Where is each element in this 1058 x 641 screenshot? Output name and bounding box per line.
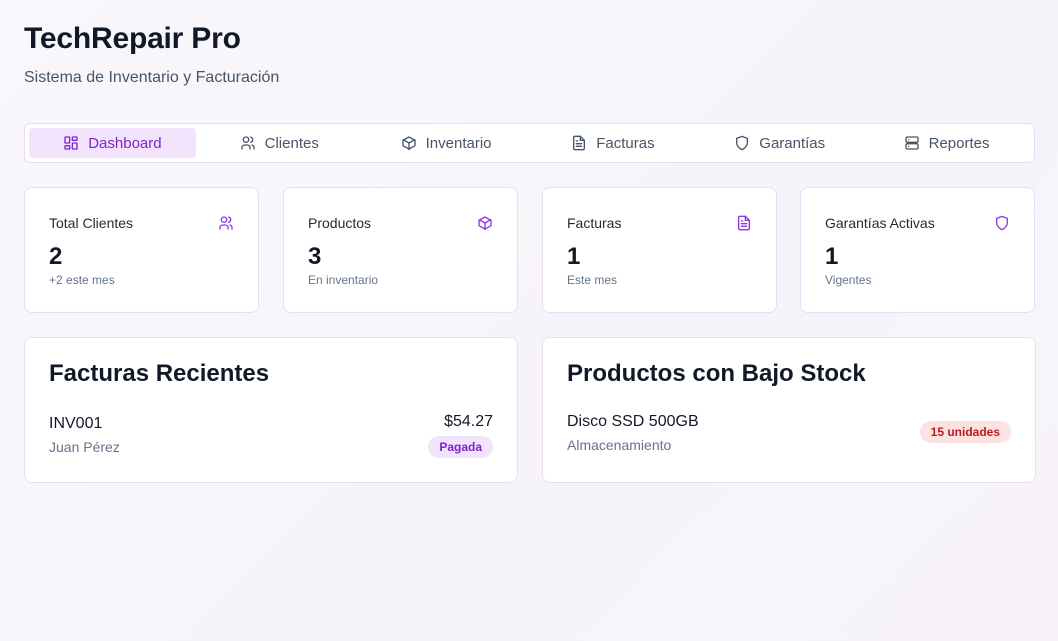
tab-label: Reportes bbox=[928, 134, 990, 152]
stat-card-clientes: Total Clientes 2 +2 este mes bbox=[24, 187, 259, 313]
users-icon bbox=[218, 215, 234, 231]
tab-inventario[interactable]: Inventario bbox=[363, 128, 530, 158]
stat-value: 3 bbox=[308, 243, 322, 270]
panel-title: Productos con Bajo Stock bbox=[567, 360, 866, 387]
package-icon bbox=[477, 215, 493, 231]
stat-title: Garantías Activas bbox=[825, 215, 935, 231]
dashboard-icon bbox=[64, 136, 78, 150]
invoice-customer: Juan Pérez bbox=[49, 439, 120, 455]
panel-title: Facturas Recientes bbox=[49, 360, 270, 387]
file-text-icon bbox=[736, 215, 752, 231]
status-badge: Pagada bbox=[428, 436, 493, 458]
product-category: Almacenamiento bbox=[567, 437, 672, 453]
tab-label: Inventario bbox=[425, 134, 492, 152]
tab-clientes[interactable]: Clientes bbox=[196, 128, 363, 158]
stat-card-productos: Productos 3 En inventario bbox=[283, 187, 518, 313]
stat-subtext: Vigentes bbox=[825, 273, 872, 287]
recent-invoices-panel: Facturas Recientes INV001 Juan Pérez $54… bbox=[24, 337, 518, 483]
stat-subtext: Este mes bbox=[567, 273, 618, 287]
main-tabs: Dashboard Clientes Inventario Facturas G… bbox=[24, 123, 1035, 163]
shield-icon bbox=[994, 215, 1010, 231]
package-icon bbox=[401, 136, 416, 151]
stat-value: 1 bbox=[567, 243, 581, 270]
file-text-icon bbox=[573, 135, 586, 151]
tab-label: Garantías bbox=[759, 134, 826, 152]
invoice-id[interactable]: INV001 bbox=[49, 415, 102, 433]
low-stock-panel: Productos con Bajo Stock Disco SSD 500GB… bbox=[542, 337, 1036, 483]
users-icon bbox=[240, 136, 255, 150]
app-subtitle: Sistema de Inventario y Facturación bbox=[24, 69, 280, 86]
stat-card-facturas: Facturas 1 Este mes bbox=[542, 187, 777, 313]
stock-badge: 15 unidades bbox=[919, 421, 1011, 443]
product-name[interactable]: Disco SSD 500GB bbox=[567, 413, 699, 431]
shield-icon bbox=[736, 135, 749, 151]
app-title: TechRepair Pro bbox=[24, 22, 241, 55]
stat-value: 2 bbox=[49, 243, 63, 270]
tab-label: Facturas bbox=[596, 134, 655, 152]
server-icon bbox=[904, 136, 919, 150]
tab-label: Clientes bbox=[264, 134, 319, 152]
stat-title: Productos bbox=[308, 215, 372, 231]
stat-card-garantias: Garantías Activas 1 Vigentes bbox=[800, 187, 1035, 313]
tab-reportes[interactable]: Reportes bbox=[863, 128, 1030, 158]
stat-subtext: En inventario bbox=[308, 273, 379, 287]
tab-label: Dashboard bbox=[88, 134, 162, 152]
stat-title: Facturas bbox=[567, 215, 622, 231]
invoice-amount: $54.27 bbox=[444, 413, 493, 430]
stat-subtext: +2 este mes bbox=[49, 273, 115, 287]
tab-dashboard[interactable]: Dashboard bbox=[29, 128, 196, 158]
stat-title: Total Clientes bbox=[49, 215, 134, 231]
tab-facturas[interactable]: Facturas bbox=[529, 128, 696, 158]
stat-value: 1 bbox=[825, 243, 839, 270]
tab-garantias[interactable]: Garantías bbox=[696, 128, 863, 158]
